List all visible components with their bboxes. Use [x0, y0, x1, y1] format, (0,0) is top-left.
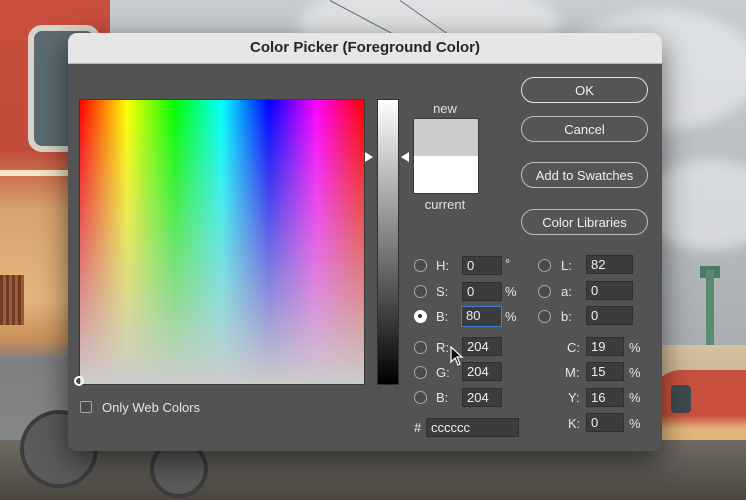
dialog-title: Color Picker (Foreground Color): [249, 39, 480, 56]
radio-lightness[interactable]: [538, 259, 551, 272]
title-bar[interactable]: Color Picker (Foreground Color): [68, 33, 662, 64]
blue-label: B:: [436, 390, 449, 405]
hue-unit: °: [505, 256, 511, 271]
only-web-colors-label[interactable]: Only Web Colors: [102, 400, 200, 415]
lightness-input[interactable]: 82: [586, 255, 633, 274]
saturation-input[interactable]: 0: [462, 282, 502, 301]
hue-input[interactable]: 0: [462, 256, 502, 275]
red-label: R:: [436, 340, 449, 355]
cyan-input[interactable]: 19: [586, 337, 624, 356]
brightness-slider[interactable]: [377, 99, 399, 385]
hex-label: #: [414, 420, 422, 435]
radio-green[interactable]: [414, 366, 427, 379]
current-color-label: current: [424, 197, 466, 212]
magenta-label: M:: [565, 365, 580, 380]
ok-button[interactable]: OK: [521, 77, 648, 103]
only-web-colors-checkbox[interactable]: [80, 401, 92, 413]
green-input[interactable]: 204: [462, 362, 502, 381]
cancel-button[interactable]: Cancel: [521, 116, 648, 142]
radio-saturation[interactable]: [414, 285, 427, 298]
radio-brightness[interactable]: [414, 310, 427, 323]
new-color-swatch: [413, 118, 479, 157]
saturation-unit: %: [505, 284, 517, 299]
lightness-label: L:: [561, 258, 572, 273]
cyan-unit: %: [629, 340, 641, 355]
cyan-label: C:: [567, 340, 580, 355]
b-channel-input[interactable]: 0: [586, 306, 633, 325]
yellow-input[interactable]: 16: [586, 388, 624, 407]
a-channel-label: a:: [561, 284, 572, 299]
black-input[interactable]: 0: [586, 413, 624, 432]
color-picker-dialog: Color Picker (Foreground Color) new curr…: [68, 33, 662, 451]
a-channel-input[interactable]: 0: [586, 281, 633, 300]
radio-red[interactable]: [414, 341, 427, 354]
add-to-swatches-button[interactable]: Add to Swatches: [521, 162, 648, 188]
hue-label: H:: [436, 258, 449, 273]
slider-handle-left-icon[interactable]: [365, 152, 373, 162]
brightness-input[interactable]: 80: [461, 306, 502, 327]
radio-b-channel[interactable]: [538, 310, 551, 323]
red-input[interactable]: 204: [462, 337, 502, 356]
brightness-label: B:: [436, 309, 449, 324]
green-label: G:: [436, 365, 450, 380]
brightness-unit: %: [505, 309, 517, 324]
new-color-label: new: [433, 101, 457, 116]
radio-hue[interactable]: [414, 259, 427, 272]
radio-a-channel[interactable]: [538, 285, 551, 298]
b-channel-label: b:: [561, 309, 572, 324]
saturation-label: S:: [436, 284, 449, 299]
blue-input[interactable]: 204: [462, 388, 502, 407]
signal-tower: [706, 270, 714, 350]
magenta-input[interactable]: 15: [586, 362, 624, 381]
mouse-pointer-icon: [450, 346, 464, 366]
hex-input[interactable]: cccccc: [426, 418, 519, 437]
slider-handle-right-icon[interactable]: [401, 152, 409, 162]
locomotive-vent: [0, 275, 24, 325]
black-label: K:: [568, 416, 581, 431]
radio-blue[interactable]: [414, 391, 427, 404]
black-unit: %: [629, 416, 641, 431]
yellow-label: Y:: [568, 390, 580, 405]
color-field[interactable]: [79, 99, 365, 385]
current-color-swatch[interactable]: [413, 156, 479, 194]
locomotive-right-window: [671, 385, 691, 413]
color-field-cursor[interactable]: [74, 376, 84, 386]
magenta-unit: %: [629, 365, 641, 380]
yellow-unit: %: [629, 390, 641, 405]
color-libraries-button[interactable]: Color Libraries: [521, 209, 648, 235]
